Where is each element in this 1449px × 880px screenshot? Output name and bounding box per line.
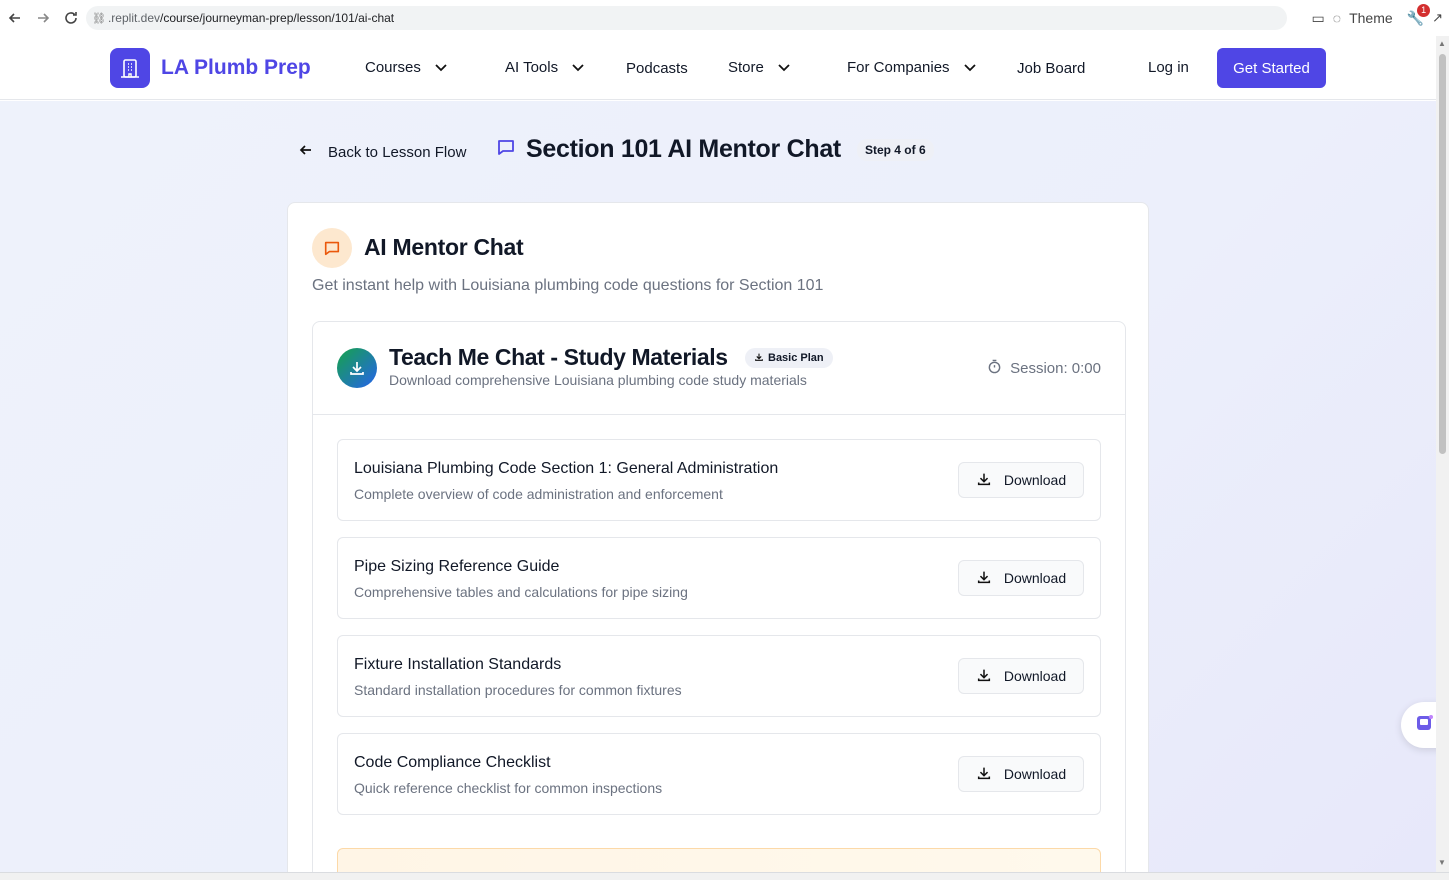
notice-panel [337,848,1101,872]
back-to-lesson-flow-link[interactable]: Back to Lesson Flow [298,142,466,162]
download-label: Download [1003,570,1067,586]
study-materials-header: Teach Me Chat - Study Materials Basic Pl… [313,322,1125,415]
browser-forward-icon[interactable] [29,4,57,32]
site-header: LA Plumb Prep Courses AI Tools Podcasts … [0,36,1436,100]
chevron-down-icon [963,59,976,76]
nav-job-board[interactable]: Job Board [1017,60,1085,77]
browser-back-icon[interactable] [1,4,29,32]
scroll-up-icon[interactable]: ▲ [1438,39,1446,48]
download-icon [976,471,992,490]
page-scrollbar[interactable]: ▲ ▼ [1436,36,1449,872]
url-host: .replit.dev [107,11,160,25]
wrench-icon[interactable]: 🔧 1 [1407,3,1431,27]
page-title: Section 101 AI Mentor Chat [526,135,841,163]
download-label: Download [1003,472,1067,488]
nav-store-label: Store [728,59,764,76]
card-subtitle: Get instant help with Louisiana plumbing… [312,277,824,294]
chevron-down-icon [435,59,447,76]
material-item: Fixture Installation Standards Standard … [337,635,1101,717]
arrow-left-icon [298,142,314,162]
download-button[interactable]: Download [958,658,1084,694]
material-desc: Standard installation procedures for com… [354,682,682,698]
nav-ai-tools-label: AI Tools [505,59,559,76]
nav-store[interactable]: Store [728,59,790,76]
plan-badge: Basic Plan [745,348,833,368]
material-title: Code Compliance Checklist [354,754,551,771]
browser-reload-icon[interactable] [57,4,85,32]
chevron-down-icon [778,59,790,76]
material-title: Pipe Sizing Reference Guide [354,558,560,575]
get-started-button[interactable]: Get Started [1217,48,1326,88]
devices-icon[interactable]: ▭ [1312,10,1325,27]
ai-mentor-card: AI Mentor Chat Get instant help with Lou… [287,202,1149,872]
notification-badge: 1 [1417,3,1431,17]
bottom-edge [0,872,1449,880]
login-link[interactable]: Log in [1148,59,1189,76]
material-item: Louisiana Plumbing Code Section 1: Gener… [337,439,1101,521]
theme-label[interactable]: Theme [1349,10,1393,26]
plan-badge-label: Basic Plan [768,352,824,364]
message-square-icon [312,228,352,268]
back-label: Back to Lesson Flow [328,143,467,161]
nav-for-companies[interactable]: For Companies [847,59,976,76]
download-button[interactable]: Download [958,462,1084,498]
study-materials-subtitle: Download comprehensive Louisiana plumbin… [389,372,807,388]
brand-name[interactable]: LA Plumb Prep [161,56,311,80]
building-icon[interactable] [110,48,150,88]
timer-icon [987,359,1002,378]
nav-podcasts-label: Podcasts [626,60,688,77]
nav-podcasts[interactable]: Podcasts [626,60,688,77]
nav-courses[interactable]: Courses [365,59,447,76]
download-icon [337,348,377,388]
card-title: AI Mentor Chat [364,234,524,260]
scroll-down-icon[interactable]: ▼ [1438,858,1446,867]
material-desc: Comprehensive tables and calculations fo… [354,584,688,600]
scroll-thumb[interactable] [1439,54,1446,454]
download-button[interactable]: Download [958,756,1084,792]
session-timer: Session: 0:00 [987,359,1101,378]
download-button[interactable]: Download [958,560,1084,596]
address-bar[interactable]: ⛓ .replit.dev/course/journeyman-prep/les… [86,6,1287,30]
download-icon [976,569,992,588]
download-icon [976,667,992,686]
link-icon: ⛓ [92,12,106,25]
material-item: Pipe Sizing Reference Guide Comprehensiv… [337,537,1101,619]
material-desc: Quick reference checklist for common ins… [354,780,663,796]
nav-courses-label: Courses [365,59,421,76]
material-desc: Complete overview of code administration… [354,486,723,502]
download-icon [976,765,992,784]
page-body: Back to Lesson Flow Section 101 AI Mento… [0,101,1436,872]
chevron-down-icon [572,59,584,76]
browser-toolbar: ⛓ .replit.dev/course/journeyman-prep/les… [0,0,1449,36]
login-label: Log in [1148,59,1189,76]
material-item: Code Compliance Checklist Quick referenc… [337,733,1101,815]
material-title: Fixture Installation Standards [354,656,562,673]
palette-icon[interactable]: ◌ [1333,10,1341,26]
session-label: Session: 0:00 [1010,360,1101,377]
nav-job-board-label: Job Board [1017,60,1086,77]
step-badge: Step 4 of 6 [856,138,934,161]
nav-for-companies-label: For Companies [847,59,950,76]
nav-ai-tools[interactable]: AI Tools [505,59,584,76]
material-title: Louisiana Plumbing Code Section 1: Gener… [354,460,779,477]
message-square-icon [496,137,516,162]
open-external-icon[interactable]: ↗ [1432,10,1443,26]
download-label: Download [1003,668,1067,684]
study-materials-title: Teach Me Chat - Study Materials [389,344,728,370]
download-label: Download [1003,766,1067,782]
assistant-icon [1415,713,1435,738]
download-icon [754,352,764,365]
url-path: /course/journeyman-prep/lesson/101/ai-ch… [160,11,395,25]
study-materials-panel: Teach Me Chat - Study Materials Basic Pl… [312,321,1126,872]
